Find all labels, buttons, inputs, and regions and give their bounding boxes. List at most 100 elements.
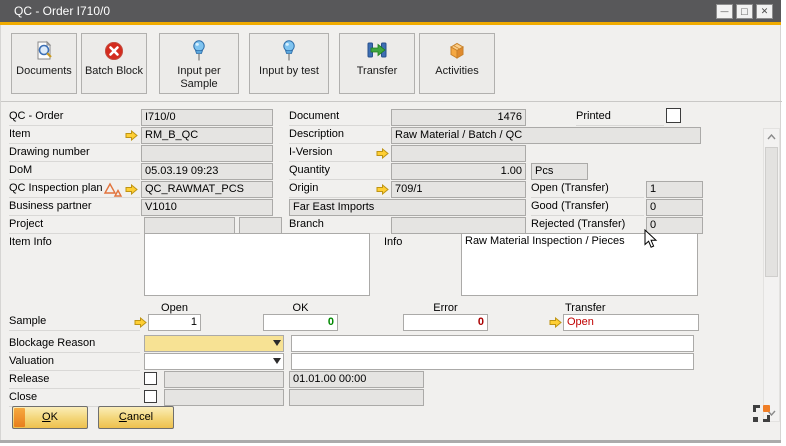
- ok-button[interactable]: OK: [12, 406, 88, 429]
- release-label: Release: [9, 372, 140, 389]
- close-button[interactable]: ✕: [756, 4, 773, 19]
- sample-transfer-header: Transfer: [563, 301, 699, 315]
- minimize-icon: —: [721, 7, 729, 16]
- branch-field[interactable]: [391, 217, 526, 234]
- item-label: Item: [9, 127, 140, 144]
- vertical-scrollbar[interactable]: [763, 128, 780, 422]
- quantity-label: Quantity: [289, 163, 390, 180]
- quantity-field[interactable]: 1.00: [391, 163, 526, 180]
- item-link-arrow-icon[interactable]: [125, 130, 138, 144]
- toolbar-button-label: Input by test: [250, 65, 328, 78]
- sample-open-header: Open: [148, 301, 201, 315]
- release-date-field[interactable]: 01.01.00 00:00: [289, 371, 424, 388]
- title-bar: QC - Order I710/0: [0, 0, 781, 22]
- document-field[interactable]: 1476: [391, 109, 526, 126]
- i-version-link-arrow-icon[interactable]: [376, 148, 389, 162]
- inspection-plan-scale-icon[interactable]: [103, 182, 124, 200]
- project-field-2[interactable]: [239, 217, 282, 234]
- description-field[interactable]: Raw Material / Batch / QC: [391, 127, 701, 144]
- blockage-reason-label: Blockage Reason: [9, 336, 140, 353]
- toolbar-button-label: Transfer: [340, 65, 414, 78]
- origin-link-arrow-icon[interactable]: [376, 184, 389, 198]
- valuation-dropdown[interactable]: [144, 353, 284, 370]
- drawing-number-field[interactable]: [141, 145, 273, 162]
- activities-button[interactable]: Activities: [419, 33, 495, 94]
- transfer-icon: [340, 40, 414, 62]
- chevron-up-icon: [767, 134, 776, 140]
- good-transfer-label: Good (Transfer): [531, 199, 644, 216]
- close-date-field[interactable]: [289, 389, 424, 406]
- rejected-transfer-field[interactable]: 0: [646, 217, 703, 234]
- input-per-sample-button[interactable]: Input per Sample: [159, 33, 239, 94]
- sample-ok-header: OK: [263, 301, 338, 315]
- expand-form-icon[interactable]: [753, 405, 770, 422]
- sample-error-header: Error: [403, 301, 488, 315]
- printed-checkbox[interactable]: [666, 108, 681, 123]
- maximize-button[interactable]: □: [736, 4, 753, 19]
- business-partner-label: Business partner: [9, 199, 140, 216]
- uom-field[interactable]: Pcs: [531, 163, 588, 180]
- toolbar-button-label: Batch Block: [82, 65, 146, 78]
- origin-label: Origin: [289, 181, 390, 198]
- close-icon: ✕: [761, 6, 769, 17]
- cancel-button[interactable]: Cancel: [98, 406, 174, 429]
- sample-transfer-field[interactable]: Open: [563, 314, 699, 331]
- pushpin-icon: [160, 40, 238, 62]
- chevron-down-icon[interactable]: [273, 358, 281, 364]
- ok-button-label: OK: [42, 411, 58, 423]
- blockage-reason-text-field[interactable]: [291, 335, 694, 352]
- close-field[interactable]: [164, 389, 284, 406]
- item-field[interactable]: RM_B_QC: [141, 127, 273, 144]
- transfer-button[interactable]: Transfer: [339, 33, 415, 94]
- origin-field[interactable]: 709/1: [391, 181, 526, 198]
- inspection-plan-link-arrow-icon[interactable]: [125, 184, 138, 198]
- business-partner-code-field[interactable]: V1010: [141, 199, 273, 216]
- document-search-icon: [12, 40, 76, 62]
- blockage-reason-dropdown[interactable]: [144, 335, 284, 352]
- valuation-text-field[interactable]: [291, 353, 694, 370]
- dom-field[interactable]: 05.03.19 09:23: [141, 163, 273, 180]
- dom-label: DoM: [9, 163, 140, 180]
- input-by-test-button[interactable]: Input by test: [249, 33, 329, 94]
- sample-open-field[interactable]: 1: [148, 314, 201, 331]
- sample-ok-field[interactable]: 0: [263, 314, 338, 331]
- item-info-textarea[interactable]: [144, 233, 370, 296]
- description-label: Description: [289, 127, 390, 144]
- qc-order-field[interactable]: I710/0: [141, 109, 273, 126]
- close-row-label: Close: [9, 390, 140, 407]
- qc-inspection-plan-field[interactable]: QC_RAWMAT_PCS: [141, 181, 273, 198]
- toolbar-button-label: Activities: [420, 65, 494, 78]
- good-transfer-field[interactable]: 0: [646, 199, 703, 216]
- release-checkbox[interactable]: [144, 372, 157, 385]
- documents-button[interactable]: Documents: [11, 33, 77, 94]
- toolbar-button-label: Documents: [12, 65, 76, 78]
- sample-link-arrow-icon[interactable]: [134, 317, 147, 331]
- batch-block-button[interactable]: Batch Block: [81, 33, 147, 94]
- printed-label: Printed: [576, 109, 664, 126]
- qc-order-label: QC - Order: [9, 109, 140, 126]
- cube-icon: [420, 40, 494, 62]
- info-label: Info: [384, 235, 454, 252]
- toolbar-button-label: Input per Sample: [160, 65, 238, 91]
- drawing-number-label: Drawing number: [9, 145, 140, 162]
- release-field[interactable]: [164, 371, 284, 388]
- minimize-button[interactable]: —: [716, 4, 733, 19]
- qc-order-window: QC - Order I710/0 — □ ✕ Documents: [0, 0, 786, 446]
- scrollbar-thumb[interactable]: [765, 147, 778, 277]
- business-partner-name-field[interactable]: Far East Imports: [289, 199, 526, 216]
- cancel-button-label: Cancel: [119, 411, 153, 423]
- branch-label: Branch: [289, 217, 390, 234]
- close-checkbox[interactable]: [144, 390, 157, 403]
- project-field[interactable]: [144, 217, 235, 234]
- sample-error-field[interactable]: 0: [403, 314, 488, 331]
- valuation-label: Valuation: [9, 354, 140, 371]
- i-version-field[interactable]: [391, 145, 526, 162]
- sample-label: Sample: [9, 314, 140, 331]
- info-textarea[interactable]: Raw Material Inspection / Pieces: [461, 233, 698, 296]
- transfer-link-arrow-icon[interactable]: [549, 317, 562, 331]
- open-transfer-field[interactable]: 1: [646, 181, 703, 198]
- chevron-down-icon[interactable]: [273, 340, 281, 346]
- scroll-up-button[interactable]: [764, 129, 779, 145]
- maximize-icon: □: [741, 6, 748, 18]
- document-label: Document: [289, 109, 390, 126]
